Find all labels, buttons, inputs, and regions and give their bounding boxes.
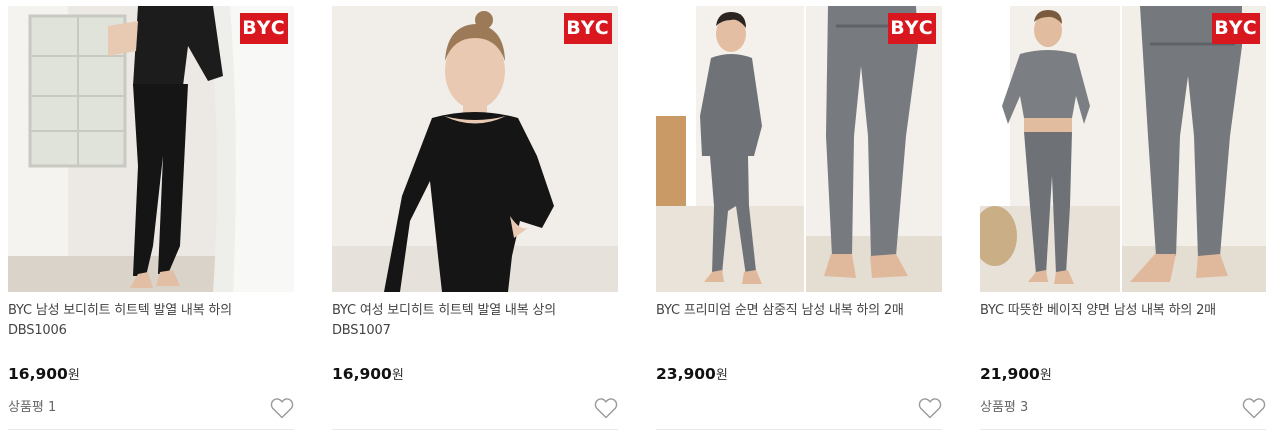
card-divider	[332, 429, 618, 430]
heart-outline-icon	[270, 398, 294, 419]
product-image-link[interactable]: BYC	[8, 6, 294, 292]
product-name: BYC 남성 보디히트 히트텍 발열 내복 하의	[8, 303, 232, 318]
product-name: BYC 프리미엄 순면 삼중직 남성 내복 하의 2매	[656, 303, 904, 318]
price-amount: 23,900	[656, 365, 716, 383]
product-image-link[interactable]: BYC	[656, 6, 942, 292]
price-amount: 16,900	[8, 365, 68, 383]
card-divider	[980, 429, 1266, 430]
price-amount: 21,900	[980, 365, 1040, 383]
wishlist-button[interactable]	[1242, 397, 1266, 419]
product-photo	[656, 6, 942, 292]
product-image-link[interactable]: BYC	[980, 6, 1266, 292]
product-name: BYC 여성 보디히트 히트텍 발열 내복 상의	[332, 303, 556, 318]
wishlist-button[interactable]	[270, 397, 294, 419]
price-currency: 원	[391, 368, 404, 383]
brand-badge: BYC	[564, 13, 612, 44]
product-name-link[interactable]: BYC 여성 보디히트 히트텍 발열 내복 상의 DBS1007	[332, 301, 618, 341]
product-card: BYC BYC 여성 보디히트 히트텍 발열 내복 상의 DBS1007 16,…	[332, 6, 618, 431]
price-currency: 원	[67, 368, 80, 383]
product-name: BYC 따뜻한 베이직 양면 남성 내복 하의 2매	[980, 303, 1216, 318]
product-price: 16,900원	[8, 364, 80, 386]
product-photo	[980, 6, 1266, 292]
product-name-link[interactable]: BYC 남성 보디히트 히트텍 발열 내복 하의 DBS1006	[8, 301, 294, 341]
brand-badge: BYC	[1212, 13, 1260, 44]
review-count: 상품평 1	[8, 400, 57, 415]
card-divider	[8, 429, 294, 430]
product-code: DBS1006	[8, 323, 67, 338]
product-photo	[332, 6, 618, 292]
product-name-link[interactable]: BYC 프리미엄 순면 삼중직 남성 내복 하의 2매	[656, 301, 942, 321]
product-name-link[interactable]: BYC 따뜻한 베이직 양면 남성 내복 하의 2매	[980, 301, 1266, 321]
price-currency: 원	[1039, 368, 1052, 383]
product-card: BYC BYC 프리미엄 순면 삼중직 남성 내복 하의 2매 23,900원	[656, 6, 942, 431]
price-currency: 원	[715, 368, 728, 383]
product-card: BYC BYC 따뜻한 베이직 양면 남성 내복 하의 2매 21,900원 상…	[980, 6, 1266, 431]
wishlist-button[interactable]	[594, 397, 618, 419]
card-divider	[656, 429, 942, 430]
product-price: 16,900원	[332, 364, 404, 386]
product-image-link[interactable]: BYC	[332, 6, 618, 292]
product-photo	[8, 6, 294, 292]
heart-outline-icon	[918, 398, 942, 419]
wishlist-button[interactable]	[918, 397, 942, 419]
brand-badge: BYC	[888, 13, 936, 44]
product-price: 23,900원	[656, 364, 728, 386]
price-amount: 16,900	[332, 365, 392, 383]
heart-outline-icon	[1242, 398, 1266, 419]
product-code: DBS1007	[332, 323, 391, 338]
product-price: 21,900원	[980, 364, 1052, 386]
brand-badge: BYC	[240, 13, 288, 44]
heart-outline-icon	[594, 398, 618, 419]
product-grid: BYC BYC 남성 보디히트 히트텍 발열 내복 하의 DBS1006 16,…	[0, 0, 1268, 439]
product-card: BYC BYC 남성 보디히트 히트텍 발열 내복 하의 DBS1006 16,…	[8, 6, 294, 431]
review-count: 상품평 3	[980, 400, 1029, 415]
